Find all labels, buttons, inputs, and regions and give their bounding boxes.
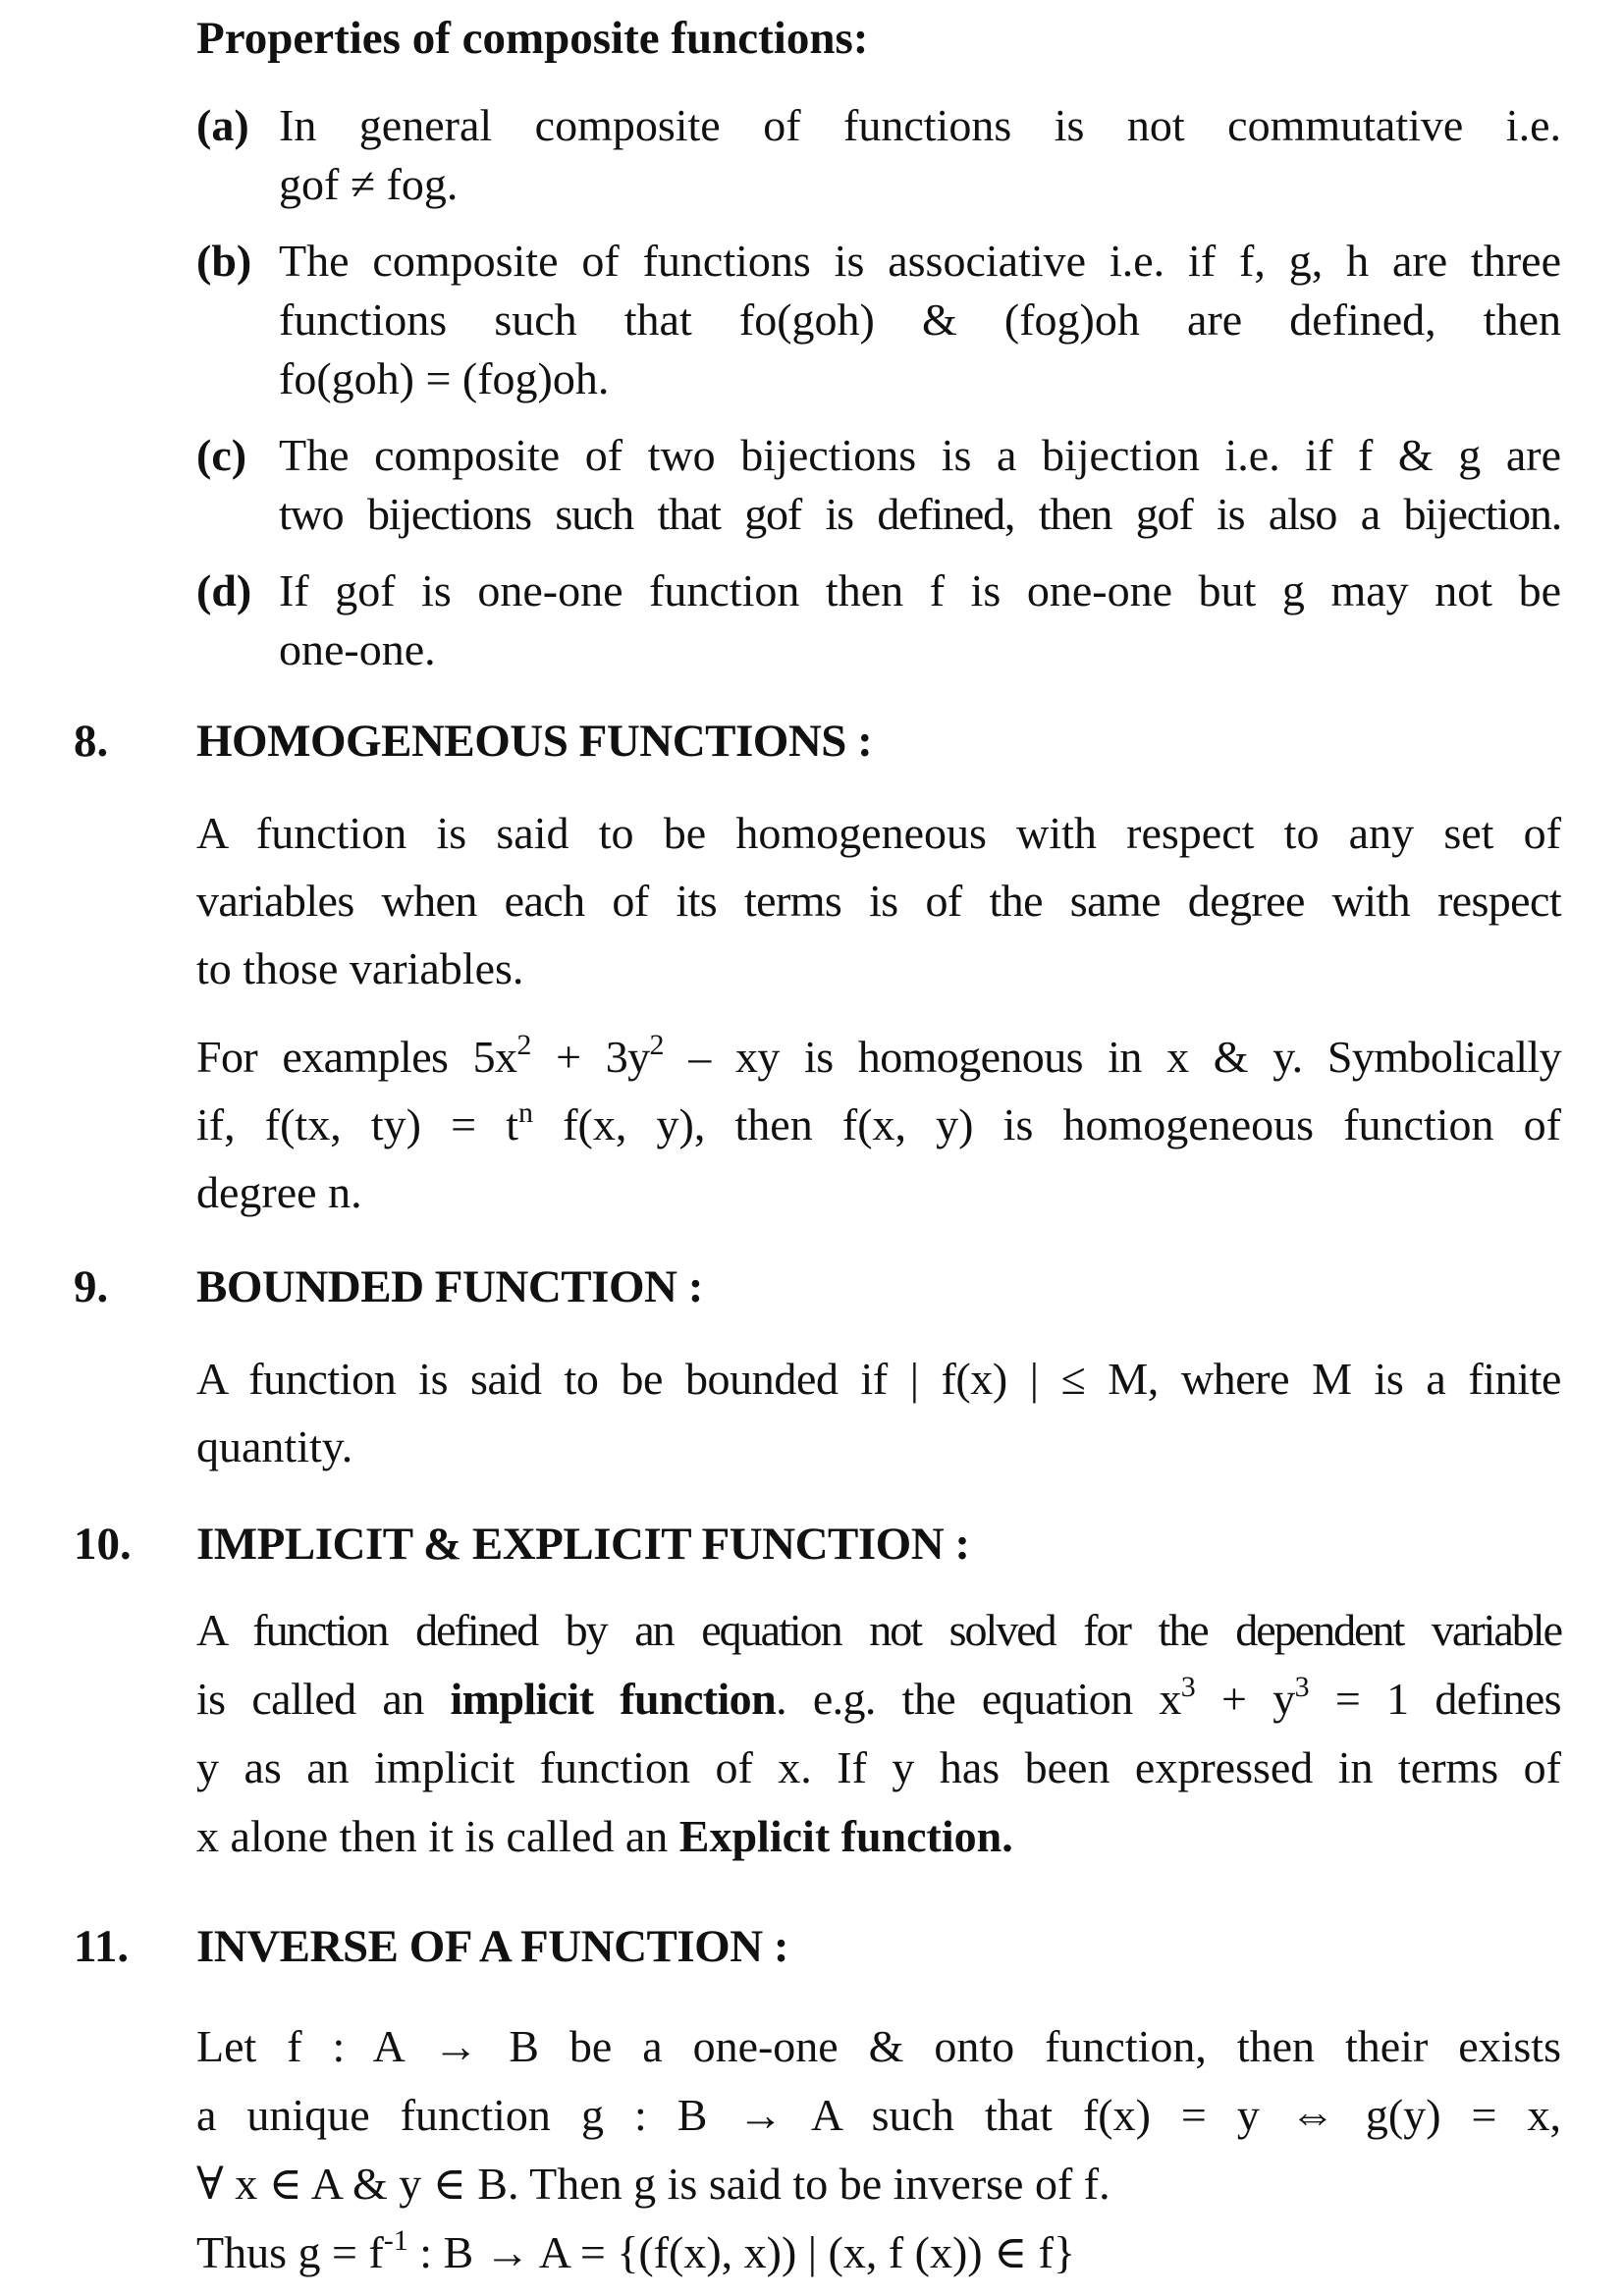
section-10-line-2: is called an implicit function. e.g. the…: [196, 1665, 1562, 1734]
p2-l1-sup-1: 2: [516, 1029, 531, 1061]
section-10-line-3: y as an implicit function of x. If y has…: [196, 1742, 1561, 1792]
section-heading-9: BOUNDED FUNCTION :: [196, 1261, 703, 1312]
s10-l2-text-a: is called an: [196, 1674, 451, 1724]
properties-title: Properties of composite functions:: [196, 13, 869, 64]
section-9-line-1: A function is said to be bounded if | f(…: [196, 1354, 1561, 1404]
section-10-line-1: A function defined by an equation not so…: [196, 1605, 1563, 1655]
section-8-p2-line-2: if, f(tx, ty) = tn f(x, y), then f(x, y)…: [196, 1091, 1561, 1158]
section-8-paragraph-1: A function is said to be homogeneous wit…: [196, 799, 1562, 1002]
section-heading-11: INVERSE OF A FUNCTION :: [196, 1921, 789, 1972]
property-a-line-1: In general composite of functions is not…: [279, 100, 1561, 150]
section-8-p1-line-1: A function is said to be homogeneous wit…: [196, 808, 1561, 858]
document-page: Properties of composite functions: (a) I…: [0, 0, 1624, 2296]
s10-l2-text-b: . e.g. the equation x: [776, 1674, 1181, 1724]
section-10-paragraph: A function defined by an equation not so…: [196, 1596, 1563, 1871]
p2-l1-text-c: – xy is homogenous in x & y. Symbolicall…: [663, 1032, 1561, 1082]
section-8-p1-line-2: variables when each of its terms is of t…: [196, 876, 1562, 926]
s10-l4-text-a: x alone then it is called an: [196, 1811, 679, 1861]
property-d-line-1: If gof is one-one function then f is one…: [279, 565, 1561, 615]
property-text-b: The composite of functions is associativ…: [279, 232, 1561, 408]
section-9-paragraph: A function is said to be bounded if | f(…: [196, 1345, 1561, 1480]
p2-l2-text-b: f(x, y), then f(x, y) is homogeneous fun…: [533, 1099, 1561, 1149]
p2-l2-text-a: if, f(tx, ty) = t: [196, 1099, 519, 1149]
property-label-b: (b): [196, 236, 252, 286]
property-text-a: In general composite of functions is not…: [279, 96, 1561, 214]
property-d-line-2: one-one.: [279, 624, 436, 674]
property-b-line-2: functions such that fo(goh) & (fog)oh ar…: [279, 294, 1561, 345]
explicit-function-term: Explicit function.: [678, 1811, 1013, 1861]
section-heading-8: HOMOGENEOUS FUNCTIONS :: [196, 716, 873, 767]
section-10-line-4: x alone then it is called an Explicit fu…: [196, 1802, 1561, 1871]
section-11-line-1: Let f : A → B be a one-one & onto functi…: [196, 2021, 1561, 2071]
section-11-paragraph: Let f : A → B be a one-one & onto functi…: [196, 2012, 1561, 2287]
section-11-line-4: Thus g = f-1 : B → A = {(f(x), x)) | (x,…: [196, 2218, 1561, 2287]
section-number-10: 10.: [74, 1519, 132, 1570]
property-text-d: If gof is one-one function then f is one…: [279, 561, 1561, 679]
property-text-c: The composite of two bijections is a bij…: [279, 426, 1562, 544]
p2-l2-sup: n: [518, 1096, 534, 1129]
section-8-p2-line-3: degree n.: [196, 1167, 362, 1217]
property-a-line-2: gof ≠ fog.: [279, 159, 459, 209]
section-11-line-2: a unique function g : B → A such that f(…: [196, 2090, 1561, 2140]
section-8-paragraph-2: For examples 5x2 + 3y2 – xy is homogenou…: [196, 1023, 1562, 1226]
section-number-8: 8.: [74, 716, 109, 767]
p2-l1-sup-2: 2: [649, 1029, 665, 1061]
section-number-9: 9.: [74, 1261, 109, 1312]
property-c-line-1: The composite of two bijections is a bij…: [279, 430, 1561, 480]
property-label-d: (d): [196, 565, 252, 615]
property-label-c: (c): [196, 430, 247, 480]
section-8-p2-line-1: For examples 5x2 + 3y2 – xy is homogenou…: [196, 1023, 1562, 1091]
s11-l4-text-b: : B → A = {(f(x), x)) | (x, f (x)) ∈ f}: [407, 2227, 1076, 2277]
property-label-a: (a): [196, 100, 249, 150]
section-9-line-2: quantity.: [196, 1421, 353, 1471]
s10-l2-sup-2: 3: [1294, 1671, 1310, 1703]
s11-l4-text-a: Thus g = f: [196, 2227, 384, 2277]
section-heading-10: IMPLICIT & EXPLICIT FUNCTION :: [196, 1519, 970, 1570]
implicit-function-term: implicit function: [450, 1674, 777, 1724]
s10-l2-text-d: = 1 defines: [1309, 1674, 1562, 1724]
section-11-line-3: ∀ x ∈ A & y ∈ B. Then g is said to be in…: [196, 2159, 1110, 2209]
property-b-line-1: The composite of functions is associativ…: [279, 236, 1561, 286]
s10-l2-text-c: + y: [1195, 1674, 1295, 1724]
section-number-11: 11.: [74, 1921, 130, 1972]
s10-l2-sup-1: 3: [1180, 1671, 1196, 1703]
property-c-line-2: two bijections such that gof is defined,…: [279, 489, 1562, 539]
section-8-p1-line-3: to those variables.: [196, 943, 524, 993]
property-b-line-3: fo(goh) = (fog)oh.: [279, 353, 610, 403]
p2-l1-text-a: For examples 5x: [196, 1032, 517, 1082]
s11-l4-sup: -1: [383, 2224, 408, 2257]
p2-l1-text-b: + 3y: [530, 1032, 650, 1082]
